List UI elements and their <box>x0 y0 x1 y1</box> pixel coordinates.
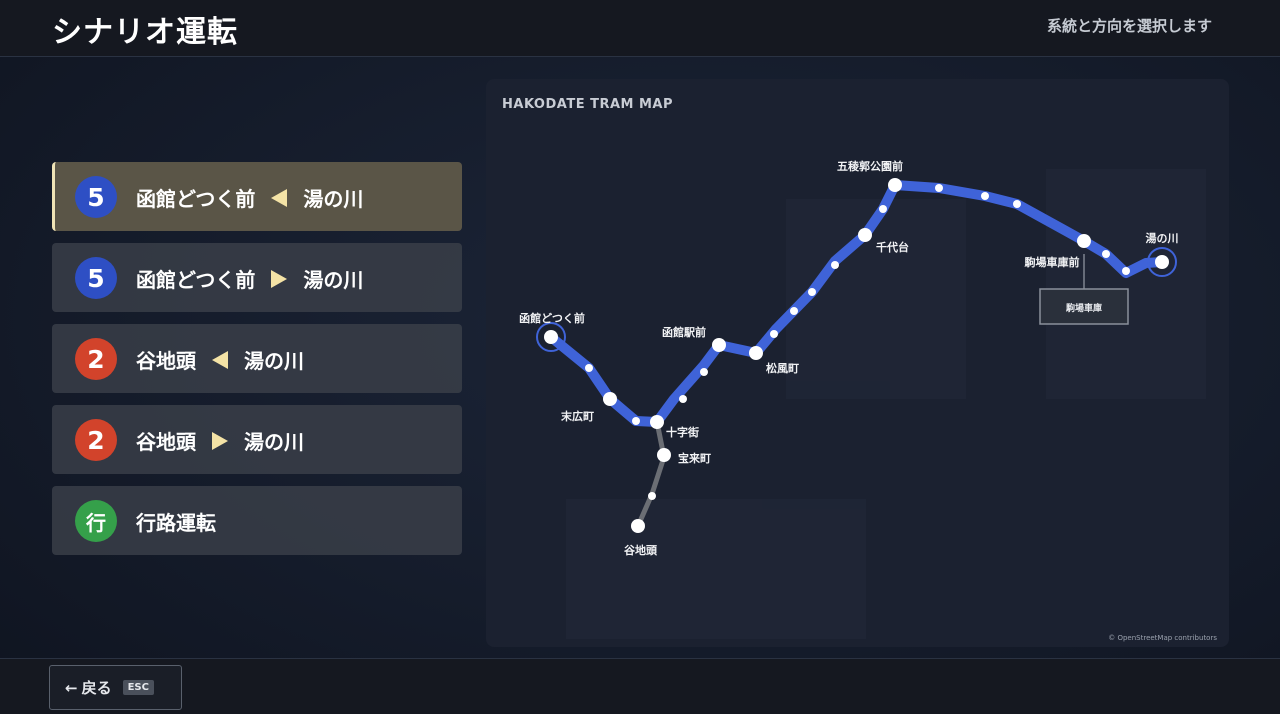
esc-key-hint: ESC <box>122 680 154 695</box>
station-dot-yachigashira <box>631 519 645 533</box>
station-label-horaicho: 宝来町 <box>678 451 711 465</box>
route-terminus: 湯の川 <box>303 187 364 211</box>
station-label-matsukaze: 松風町 <box>766 361 799 375</box>
depot-label: 駒場車庫 <box>1065 302 1102 314</box>
station-label-komaba: 駒場車庫前 <box>1025 255 1080 269</box>
line-2-badge-icon: 2 <box>75 419 117 461</box>
station-dot-chiyogadai <box>858 228 872 242</box>
menu-item-line5-to-dock[interactable]: 5 函館どつく前 湯の川 <box>52 162 462 231</box>
route-origin: 函館どつく前 <box>136 187 256 211</box>
stop-dot <box>770 330 778 338</box>
route-origin: 谷地頭 <box>136 430 196 454</box>
line-badge-number: 2 <box>87 425 105 455</box>
stop-dot <box>648 492 656 500</box>
line-5-badge-icon: 5 <box>75 176 117 218</box>
duty-badge-char: 行 <box>86 510 106 535</box>
route-terminus: 湯の川 <box>244 430 304 454</box>
menu-item-line5-to-yunokawa[interactable]: 5 函館どつく前 湯の川 <box>52 243 462 312</box>
station-dot-suehiro <box>603 392 617 406</box>
duty-badge-icon: 行 <box>75 500 117 542</box>
header-bar: シナリオ運転 系統と方向を選択します <box>0 0 1280 57</box>
station-dot-komaba <box>1077 234 1091 248</box>
line-2-badge-icon: 2 <box>75 338 117 380</box>
menu-item-line2-to-yachigashira[interactable]: 2 谷地頭 湯の川 <box>52 324 462 393</box>
route-terminus: 湯の川 <box>244 349 304 373</box>
back-button[interactable]: ← 戻る ESC <box>49 665 182 710</box>
stop-dot <box>879 205 887 213</box>
direction-right-arrow-icon <box>271 269 288 288</box>
footer-bar: ← 戻る ESC <box>0 658 1280 714</box>
line-badge-number: 5 <box>87 182 105 212</box>
direction-left-arrow-icon <box>212 350 228 369</box>
stop-dot <box>585 364 593 372</box>
direction-left-arrow-icon <box>271 188 288 207</box>
route-label: 函館どつく前 湯の川 <box>136 183 363 212</box>
back-arrow-icon: ← <box>65 678 78 697</box>
stop-dot <box>935 184 943 192</box>
route-origin: 函館どつく前 <box>136 268 256 292</box>
stop-dot <box>790 307 798 315</box>
stop-dot <box>981 192 989 200</box>
tram-map-panel: 駒場車庫 函館どつく前 末広町 十字街 宝来町 谷地頭 函館駅前 松風町 千代台… <box>486 79 1229 647</box>
station-label-suehiro: 末広町 <box>560 409 594 423</box>
page-instruction: 系統と方向を選択します <box>1046 17 1212 35</box>
line-badge-number: 2 <box>87 344 105 374</box>
route-label: 谷地頭 湯の川 <box>136 345 304 374</box>
station-dot-matsukaze <box>749 346 763 360</box>
stop-dot <box>808 288 816 296</box>
route-label: 谷地頭 湯の川 <box>136 426 304 455</box>
stop-dot <box>831 261 839 269</box>
station-dot-goryokaku <box>888 178 902 192</box>
stop-dot <box>679 395 687 403</box>
tram-map: 駒場車庫 函館どつく前 末広町 十字街 宝来町 谷地頭 函館駅前 松風町 千代台… <box>519 159 1206 639</box>
station-label-yachigashira: 谷地頭 <box>624 543 658 557</box>
page-title: シナリオ運転 <box>52 15 238 50</box>
station-dot-ekimae <box>712 338 726 352</box>
stop-dot <box>1122 267 1130 275</box>
station-label-dock: 函館どつく前 <box>519 311 585 325</box>
map-attribution: © OpenStreetMap contributors <box>1108 634 1217 642</box>
line-badge-number: 5 <box>87 263 105 293</box>
stop-dot <box>1102 250 1110 258</box>
station-label-chiyogadai: 千代台 <box>876 240 909 254</box>
stop-dot <box>632 417 640 425</box>
map-background-buildings <box>566 169 1206 639</box>
line-5-badge-icon: 5 <box>75 257 117 299</box>
stop-dot <box>1013 200 1021 208</box>
station-label-ekimae: 函館駅前 <box>662 325 706 339</box>
station-dot-jujigai <box>650 415 664 429</box>
route-label: 行路運転 <box>136 507 216 536</box>
station-label-yunokawa: 湯の川 <box>1146 231 1179 245</box>
duty-operation-label: 行路運転 <box>136 511 216 535</box>
scenario-menu: 5 函館どつく前 湯の川 5 函館どつく前 湯の川 2 谷地頭 湯の川 2 谷地… <box>52 162 462 567</box>
station-dot-horaicho <box>657 448 671 462</box>
station-dot-yunokawa <box>1155 255 1169 269</box>
station-label-jujigai: 十字街 <box>666 425 699 439</box>
route-label: 函館どつく前 湯の川 <box>136 264 363 293</box>
menu-item-duty-operation[interactable]: 行 行路運転 <box>52 486 462 555</box>
route-terminus: 湯の川 <box>303 268 364 292</box>
station-label-goryokaku: 五稜郭公園前 <box>837 159 903 173</box>
direction-right-arrow-icon <box>212 431 228 450</box>
menu-item-line2-to-yunokawa[interactable]: 2 谷地頭 湯の川 <box>52 405 462 474</box>
map-title: HAKODATE TRAM MAP <box>502 97 674 112</box>
route-origin: 谷地頭 <box>136 349 196 373</box>
stop-dot <box>700 368 708 376</box>
station-dot-dock <box>544 330 558 344</box>
back-button-label: 戻る <box>81 679 112 697</box>
